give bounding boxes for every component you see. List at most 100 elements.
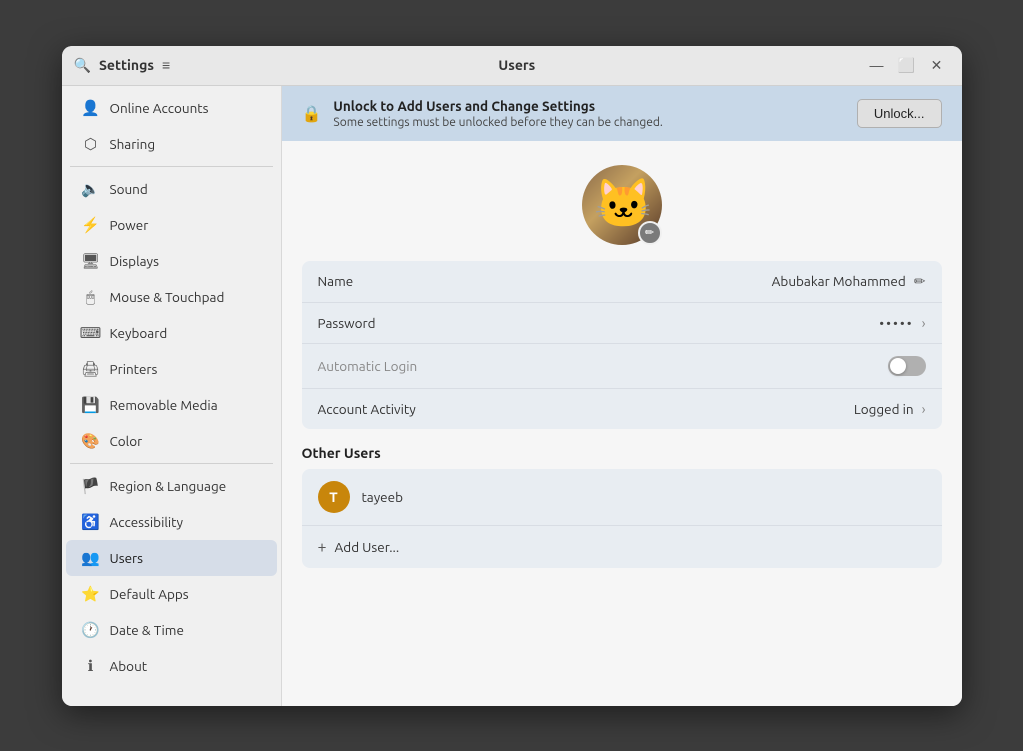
auto-login-label: Automatic Login: [318, 358, 888, 374]
minimize-button[interactable]: —: [864, 52, 890, 78]
sidebar-label-keyboard: Keyboard: [110, 325, 168, 341]
other-users-title: Other Users: [302, 445, 942, 461]
displays-icon: 🖥: [82, 252, 100, 270]
password-row[interactable]: Password ••••• ›: [302, 303, 942, 344]
sidebar-item-power[interactable]: ⚡ Power: [66, 207, 277, 243]
sidebar-item-removable-media[interactable]: 💾 Removable Media: [66, 387, 277, 423]
default-apps-icon: ⭐: [82, 585, 100, 603]
sidebar-item-users[interactable]: 👥 Users: [66, 540, 277, 576]
add-user-row[interactable]: + Add User...: [302, 526, 942, 568]
name-value-container: Abubakar Mohammed ✏: [772, 273, 926, 290]
account-activity-chevron-icon: ›: [922, 401, 926, 417]
password-chevron-icon: ›: [922, 315, 926, 331]
removable-media-icon: 💾: [82, 396, 100, 414]
sidebar-item-default-apps[interactable]: ⭐ Default Apps: [66, 576, 277, 612]
account-activity-label: Account Activity: [318, 401, 854, 417]
unlock-subtitle: Some settings must be unlocked before th…: [333, 116, 845, 129]
online-accounts-icon: 👤: [82, 99, 100, 117]
titlebar-left: 🔍 Settings ≡: [74, 57, 171, 74]
sidebar-item-sound[interactable]: 🔈 Sound: [66, 171, 277, 207]
sidebar-item-accessibility[interactable]: ♿ Accessibility: [66, 504, 277, 540]
sidebar-label-displays: Displays: [110, 253, 159, 269]
sidebar-item-color[interactable]: 🎨 Color: [66, 423, 277, 459]
maximize-button[interactable]: ⬜: [894, 52, 920, 78]
sidebar-label-region: Region & Language: [110, 478, 227, 494]
account-activity-value: Logged in: [854, 401, 914, 417]
sidebar-item-sharing[interactable]: ⬡ Sharing: [66, 126, 277, 162]
search-icon[interactable]: 🔍: [74, 57, 91, 74]
name-edit-icon[interactable]: ✏: [914, 273, 926, 290]
other-users-section: Other Users T tayeeb + Add User...: [282, 445, 962, 584]
main-content: 🔒 Unlock to Add Users and Change Setting…: [282, 86, 962, 706]
accessibility-icon: ♿: [82, 513, 100, 531]
user-settings-card: Name Abubakar Mohammed ✏ Password ••••• …: [302, 261, 942, 429]
unlock-banner: 🔒 Unlock to Add Users and Change Setting…: [282, 86, 962, 141]
avatar-edit-button[interactable]: ✏: [638, 221, 662, 245]
region-icon: 🏴: [82, 477, 100, 495]
sidebar-label-date-time: Date & Time: [110, 622, 184, 638]
sidebar-item-mouse-touchpad[interactable]: 🖱 Mouse & Touchpad: [66, 279, 277, 315]
sidebar-item-displays[interactable]: 🖥 Displays: [66, 243, 277, 279]
sidebar-item-region-language[interactable]: 🏴 Region & Language: [66, 468, 277, 504]
sidebar-item-printers[interactable]: 🖨 Printers: [66, 351, 277, 387]
sidebar-label-about: About: [110, 658, 148, 674]
color-icon: 🎨: [82, 432, 100, 450]
users-icon: 👥: [82, 549, 100, 567]
sidebar-label-power: Power: [110, 217, 149, 233]
add-user-icon: +: [318, 538, 327, 556]
keyboard-icon: ⌨: [82, 324, 100, 342]
sidebar-label-printers: Printers: [110, 361, 158, 377]
sidebar-label-accessibility: Accessibility: [110, 514, 184, 530]
name-row[interactable]: Name Abubakar Mohammed ✏: [302, 261, 942, 303]
sidebar-item-keyboard[interactable]: ⌨ Keyboard: [66, 315, 277, 351]
titlebar: 🔍 Settings ≡ Users — ⬜ ✕: [62, 46, 962, 86]
sidebar-label-mouse: Mouse & Touchpad: [110, 289, 225, 305]
other-users-card: T tayeeb + Add User...: [302, 469, 942, 568]
password-dots: •••••: [879, 315, 913, 331]
mouse-icon: 🖱: [82, 288, 100, 306]
divider-2: [70, 463, 273, 464]
add-user-label: Add User...: [335, 539, 400, 555]
password-label: Password: [318, 315, 880, 331]
account-activity-row[interactable]: Account Activity Logged in ›: [302, 389, 942, 429]
password-value-container: ••••• ›: [879, 315, 925, 331]
sidebar-item-online-accounts[interactable]: 👤 Online Accounts: [66, 90, 277, 126]
name-label: Name: [318, 273, 772, 289]
name-value: Abubakar Mohammed: [772, 273, 906, 289]
profile-section: ✏: [282, 141, 962, 261]
sidebar-label-removable-media: Removable Media: [110, 397, 218, 413]
sharing-icon: ⬡: [82, 135, 100, 153]
user-avatar-tayeeb: T: [318, 481, 350, 513]
about-icon: ℹ: [82, 657, 100, 675]
sidebar-label-sound: Sound: [110, 181, 148, 197]
sidebar-item-date-time[interactable]: 🕐 Date & Time: [66, 612, 277, 648]
sidebar-label-color: Color: [110, 433, 143, 449]
sidebar-item-about[interactable]: ℹ About: [66, 648, 277, 684]
user-name-tayeeb: tayeeb: [362, 489, 404, 505]
menu-icon[interactable]: ≡: [162, 57, 170, 73]
auto-login-row: Automatic Login: [302, 344, 942, 389]
close-button[interactable]: ✕: [924, 52, 950, 78]
user-row-tayeeb[interactable]: T tayeeb: [302, 469, 942, 526]
unlock-text: Unlock to Add Users and Change Settings …: [333, 98, 845, 129]
account-activity-value-container: Logged in ›: [854, 401, 926, 417]
settings-window: 🔍 Settings ≡ Users — ⬜ ✕ 👤 Online Accoun…: [62, 46, 962, 706]
content-area: 👤 Online Accounts ⬡ Sharing 🔈 Sound ⚡ Po…: [62, 86, 962, 706]
auto-login-toggle[interactable]: [888, 356, 926, 376]
panel-title: Users: [170, 57, 863, 73]
date-time-icon: 🕐: [82, 621, 100, 639]
sound-icon: 🔈: [82, 180, 100, 198]
window-controls: — ⬜ ✕: [864, 52, 950, 78]
sidebar: 👤 Online Accounts ⬡ Sharing 🔈 Sound ⚡ Po…: [62, 86, 282, 706]
sidebar-label-sharing: Sharing: [110, 136, 156, 152]
settings-title: Settings: [99, 57, 154, 73]
sidebar-label-default-apps: Default Apps: [110, 586, 189, 602]
power-icon: ⚡: [82, 216, 100, 234]
printers-icon: 🖨: [82, 360, 100, 378]
sidebar-label-users: Users: [110, 550, 144, 566]
lock-icon: 🔒: [302, 104, 322, 123]
unlock-title: Unlock to Add Users and Change Settings: [333, 98, 845, 114]
unlock-button[interactable]: Unlock...: [857, 99, 942, 128]
sidebar-label-online-accounts: Online Accounts: [110, 100, 209, 116]
divider-1: [70, 166, 273, 167]
